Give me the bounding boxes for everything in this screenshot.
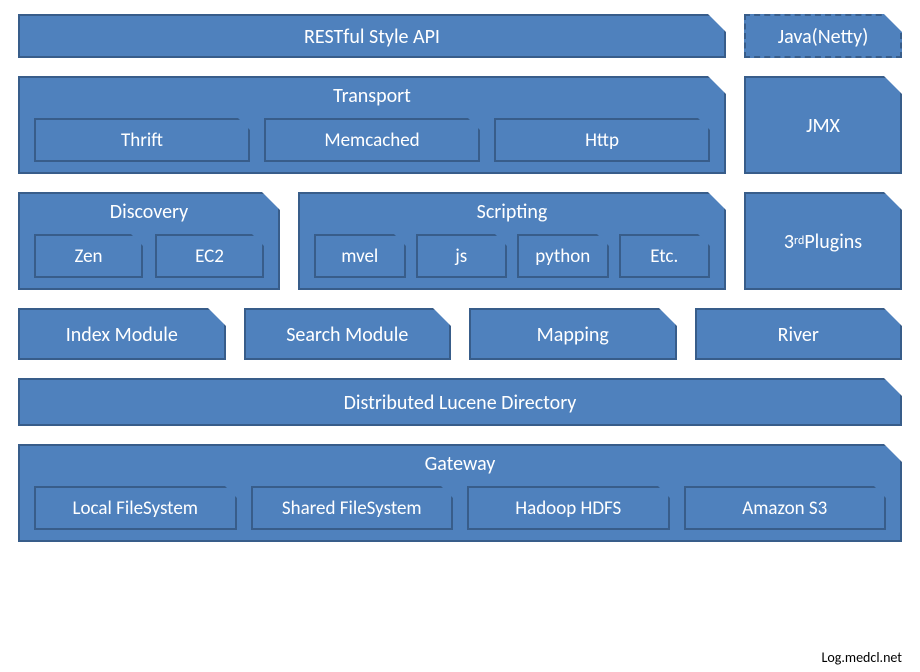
box-transport: Transport Thrift Memcached Http xyxy=(18,76,726,174)
box-js: js xyxy=(416,234,508,278)
label-search-module: Search Module xyxy=(286,310,408,358)
box-mapping: Mapping xyxy=(469,308,677,360)
label-java-netty: Java(Netty) xyxy=(778,16,869,56)
box-jmx: JMX xyxy=(744,76,902,174)
box-scripting: Scripting mvel js python Etc. xyxy=(298,192,726,290)
label-zen: Zen xyxy=(74,245,102,268)
box-3rd-plugins: 3rd Plugins xyxy=(744,192,902,290)
label-hadoop-hdfs: Hadoop HDFS xyxy=(515,497,621,520)
box-thrift: Thrift xyxy=(34,118,250,162)
box-search-module: Search Module xyxy=(244,308,452,360)
box-java-netty: Java(Netty) xyxy=(744,14,902,58)
label-ec2: EC2 xyxy=(195,245,224,268)
box-distributed-lucene-directory: Distributed Lucene Directory xyxy=(18,378,902,426)
label-restful-api: RESTful Style API xyxy=(304,16,440,56)
label-jmx: JMX xyxy=(806,78,840,172)
gateway-children: Local FileSystem Shared FileSystem Hadoo… xyxy=(20,480,900,542)
row-gateway: Gateway Local FileSystem Shared FileSyst… xyxy=(18,444,902,542)
label-discovery: Discovery xyxy=(110,194,188,228)
box-memcached: Memcached xyxy=(264,118,480,162)
label-index-module: Index Module xyxy=(66,310,178,358)
label-scripting: Scripting xyxy=(477,194,548,228)
label-mapping: Mapping xyxy=(537,310,609,358)
box-amazon-s3: Amazon S3 xyxy=(684,486,887,530)
label-amazon-s3: Amazon S3 xyxy=(742,497,827,520)
footer-attribution: Log.medcl.net xyxy=(822,649,903,666)
box-ec2: EC2 xyxy=(155,234,264,278)
label-http: Http xyxy=(585,129,619,152)
box-discovery: Discovery Zen EC2 xyxy=(18,192,280,290)
box-hadoop-hdfs: Hadoop HDFS xyxy=(467,486,670,530)
row-discovery-scripting: Discovery Zen EC2 Scripting mvel js pyth… xyxy=(18,192,902,290)
row-dld: Distributed Lucene Directory xyxy=(18,378,902,426)
label-gateway: Gateway xyxy=(425,446,496,480)
scripting-children: mvel js python Etc. xyxy=(300,228,724,290)
label-dld: Distributed Lucene Directory xyxy=(344,380,577,424)
architecture-diagram: RESTful Style API Java(Netty) Transport … xyxy=(18,14,902,542)
box-mvel: mvel xyxy=(314,234,406,278)
row-transport: Transport Thrift Memcached Http JMX xyxy=(18,76,902,174)
row-api: RESTful Style API Java(Netty) xyxy=(18,14,902,58)
box-gateway: Gateway Local FileSystem Shared FileSyst… xyxy=(18,444,902,542)
label-local-fs: Local FileSystem xyxy=(73,497,198,520)
row-modules: Index Module Search Module Mapping River xyxy=(18,308,902,360)
discovery-children: Zen EC2 xyxy=(20,228,278,290)
label-memcached: Memcached xyxy=(324,129,419,152)
transport-children: Thrift Memcached Http xyxy=(20,112,724,174)
box-etc: Etc. xyxy=(619,234,711,278)
label-thrift: Thrift xyxy=(121,129,163,152)
label-river: River xyxy=(778,310,819,358)
box-shared-fs: Shared FileSystem xyxy=(251,486,454,530)
label-etc: Etc. xyxy=(650,245,678,268)
label-js: js xyxy=(455,245,467,268)
box-local-fs: Local FileSystem xyxy=(34,486,237,530)
box-zen: Zen xyxy=(34,234,143,278)
label-3rd-plugins: 3rd Plugins xyxy=(784,194,862,288)
box-restful-api: RESTful Style API xyxy=(18,14,726,58)
label-python: python xyxy=(535,245,590,268)
box-river: River xyxy=(695,308,903,360)
box-index-module: Index Module xyxy=(18,308,226,360)
label-mvel: mvel xyxy=(341,245,378,268)
label-shared-fs: Shared FileSystem xyxy=(282,497,422,520)
box-python: python xyxy=(517,234,609,278)
label-transport: Transport xyxy=(333,78,411,112)
box-http: Http xyxy=(494,118,710,162)
